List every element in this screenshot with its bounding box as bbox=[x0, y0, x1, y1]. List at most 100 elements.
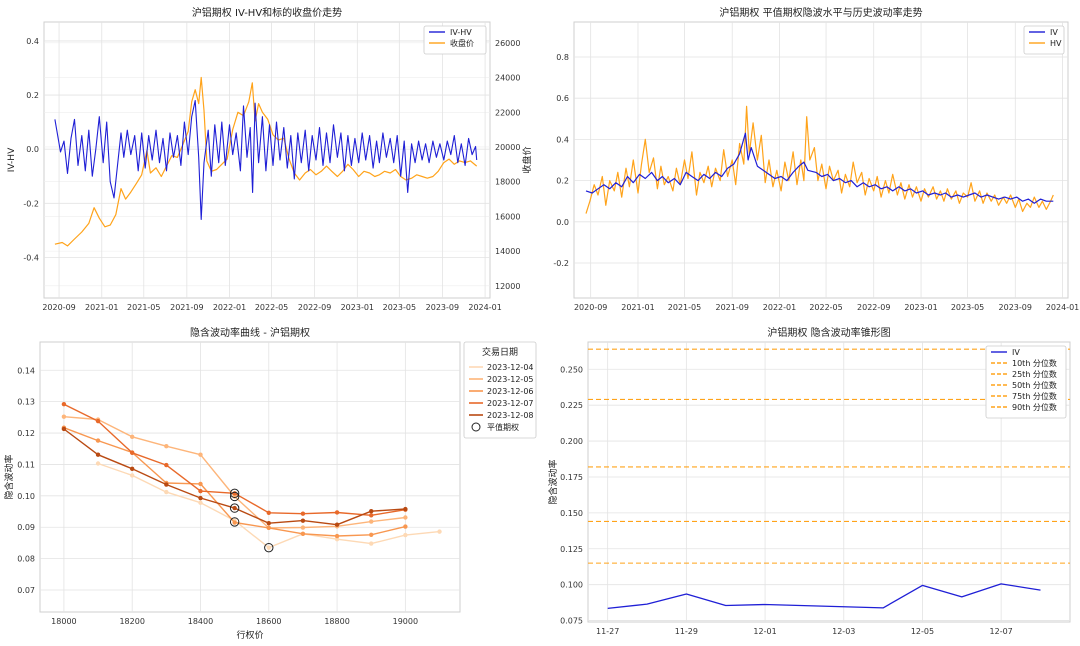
data-point bbox=[95, 438, 101, 443]
x-tick-label: 12-05 bbox=[911, 627, 934, 636]
y-tick-label: -0.2 bbox=[553, 259, 569, 268]
data-point bbox=[198, 500, 203, 505]
y-axis-label: 隐含波动率 bbox=[547, 459, 559, 504]
y2-axis-label: 收盘价 bbox=[521, 146, 533, 173]
y2-tick-label: 18000 bbox=[495, 178, 520, 187]
data-point bbox=[300, 511, 306, 516]
x-tick-label: 12-01 bbox=[753, 627, 776, 636]
data-point bbox=[232, 520, 237, 525]
data-point bbox=[129, 434, 135, 440]
data-point bbox=[61, 401, 67, 407]
data-point bbox=[369, 513, 374, 518]
y-tick-label: 0.100 bbox=[560, 581, 583, 590]
y-tick-label: 0.225 bbox=[560, 401, 583, 410]
legend-label-atm: 平值期权 bbox=[487, 422, 519, 432]
x-tick-label: 2024-01 bbox=[1046, 303, 1079, 312]
y-axis-label: 隐含波动率 bbox=[3, 454, 15, 499]
data-point bbox=[300, 531, 306, 537]
x-tick-label: 2020-09 bbox=[574, 303, 607, 312]
data-point bbox=[369, 541, 374, 546]
y-tick-label: -0.4 bbox=[23, 253, 39, 262]
x-tick-label: 18400 bbox=[188, 617, 213, 626]
iv-smile-chart: 隐含波动率曲线 - 沪铝期权 0.07 0.08 0.09 0.10 0.11 0.12 0.… bbox=[3, 326, 537, 641]
legend-label: 收盘价 bbox=[450, 38, 474, 48]
chart-title: 沪铝期权 隐含波动率锥形图 bbox=[767, 326, 890, 339]
y-tick-label: 0.2 bbox=[556, 177, 569, 186]
x-tick-label: 2021-09 bbox=[715, 303, 748, 312]
y2-tick-label: 14000 bbox=[495, 247, 520, 256]
data-point bbox=[198, 481, 203, 487]
x-tick-label: 2023-01 bbox=[341, 303, 374, 312]
data-point bbox=[129, 450, 135, 456]
x-tick-label: 2022-01 bbox=[763, 303, 796, 312]
legend-label: 2023-12-04 bbox=[487, 363, 534, 372]
data-point bbox=[403, 515, 408, 520]
y-tick-label: 0.10 bbox=[17, 492, 35, 501]
y-tick-label: 0.150 bbox=[560, 509, 583, 518]
data-point bbox=[266, 520, 271, 526]
legend-title: 交易日期 bbox=[482, 346, 518, 358]
data-point bbox=[300, 518, 306, 523]
data-point bbox=[334, 522, 340, 527]
y-tick-label: 0.09 bbox=[17, 523, 35, 532]
data-point bbox=[403, 506, 408, 512]
chart-title: 沪铝期权 IV-HV和标的收盘价走势 bbox=[192, 6, 342, 19]
x-tick-label: 12-07 bbox=[990, 627, 1013, 636]
x-tick-label: 11-27 bbox=[596, 627, 619, 636]
chart-title: 沪铝期权 平值期权隐波水平与历史波动率走势 bbox=[719, 6, 922, 19]
y2-tick-label: 16000 bbox=[495, 212, 520, 221]
data-point bbox=[61, 414, 67, 419]
y-tick-label: 0.4 bbox=[556, 135, 569, 144]
legend-label: HV bbox=[1050, 39, 1062, 48]
data-point bbox=[129, 466, 135, 472]
x-tick-label: 2022-09 bbox=[298, 303, 331, 312]
y-tick-label: -0.2 bbox=[23, 199, 39, 208]
y-tick-label: 0.175 bbox=[560, 473, 583, 482]
data-point bbox=[164, 489, 169, 495]
y-tick-label: 0.075 bbox=[560, 617, 583, 626]
x-tick-label: 18600 bbox=[256, 617, 281, 626]
y2-tick-label: 12000 bbox=[495, 282, 520, 291]
x-tick-label: 2023-09 bbox=[426, 303, 459, 312]
x-axis-label: 行权价 bbox=[236, 629, 263, 641]
legend-label: IV bbox=[1012, 348, 1020, 357]
data-point bbox=[95, 461, 101, 466]
y-tick-label: 0.0 bbox=[556, 218, 569, 227]
legend-label: 50th 分位数 bbox=[1012, 380, 1057, 390]
x-tick-label: 2023-09 bbox=[999, 303, 1032, 312]
data-point bbox=[266, 525, 271, 531]
chart-title: 隐含波动率曲线 - 沪铝期权 bbox=[190, 326, 310, 339]
x-tick-label: 2023-01 bbox=[904, 303, 937, 312]
y-tick-label: 0.08 bbox=[17, 555, 35, 564]
legend-label: IV bbox=[1050, 28, 1058, 37]
x-tick-label: 2022-09 bbox=[857, 303, 890, 312]
x-tick-label: 2021-05 bbox=[668, 303, 701, 312]
x-tick-label: 11-29 bbox=[675, 627, 698, 636]
x-tick-label: 2021-09 bbox=[170, 303, 203, 312]
legend-label: 10th 分位数 bbox=[1012, 358, 1057, 368]
data-point bbox=[300, 525, 306, 530]
data-point bbox=[95, 452, 101, 457]
atm-iv-hv-chart: 沪铝期权 平值期权隐波水平与历史波动率走势 -0.2 0.0 0.2 0.4 0.6 0.8… bbox=[553, 6, 1079, 312]
y-tick-label: 0.0 bbox=[26, 145, 39, 154]
y-axis-label: IV-HV bbox=[7, 147, 17, 172]
data-point bbox=[198, 488, 203, 494]
data-point bbox=[164, 482, 169, 487]
plot-area bbox=[39, 341, 461, 613]
legend-label: 2023-12-06 bbox=[487, 387, 534, 396]
x-tick-label: 18000 bbox=[51, 617, 76, 626]
x-tick-label: 2023-05 bbox=[951, 303, 984, 312]
y-tick-label: 0.200 bbox=[560, 437, 583, 446]
data-point bbox=[369, 519, 374, 524]
x-tick-label: 18200 bbox=[119, 617, 144, 626]
data-point bbox=[266, 545, 271, 550]
x-tick-label: 18800 bbox=[324, 617, 349, 626]
legend-label: 2023-12-07 bbox=[487, 399, 534, 408]
data-point bbox=[266, 510, 271, 515]
y-tick-label: 0.12 bbox=[17, 429, 35, 438]
x-tick-label: 2022-01 bbox=[213, 303, 246, 312]
data-point bbox=[437, 529, 442, 534]
legend-label: 2023-12-08 bbox=[487, 411, 534, 420]
x-tick-label: 2022-05 bbox=[809, 303, 842, 312]
legend-label: IV-HV bbox=[450, 28, 472, 37]
